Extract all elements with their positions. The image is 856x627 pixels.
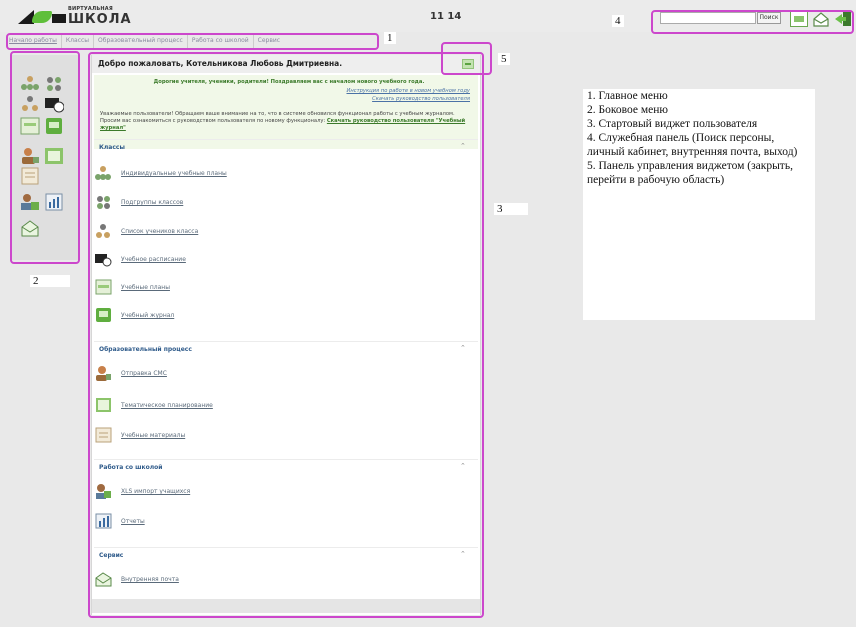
annotation-label-2: 2	[30, 275, 70, 287]
annotation-box-sidebar	[10, 51, 80, 264]
legend-item: 4. Служебная панель (Поиск персоны, личн…	[587, 132, 798, 158]
annotation-label-5: 5	[498, 53, 510, 65]
logo-big-text: ШКОЛА	[68, 12, 132, 27]
annotation-label-3: 3	[494, 203, 528, 215]
school-logo[interactable]: ВИРТУАЛЬНАЯ ШКОЛА	[18, 6, 136, 28]
logo-bar	[52, 14, 66, 23]
annotation-box-widget	[88, 52, 484, 618]
annotation-label-1: 1	[384, 32, 396, 44]
legend-item: 1. Главное меню	[587, 90, 668, 102]
legend-item: 5. Панель управления виджетом (закрыть, …	[587, 160, 793, 186]
clock: 11 14	[430, 11, 462, 22]
annotation-box-widget-controls	[441, 42, 492, 75]
annotation-label-4: 4	[612, 15, 624, 27]
annotation-box-main-menu	[6, 33, 379, 50]
legend-item: 2. Боковое меню	[587, 104, 668, 116]
legend-item: 3. Стартовый виджет пользователя	[587, 118, 758, 130]
annotation-box-service-panel	[651, 10, 854, 34]
logo-leaf	[32, 11, 52, 23]
annotation-legend: 1. Главное меню 2. Боковое меню 3. Старт…	[583, 89, 815, 320]
